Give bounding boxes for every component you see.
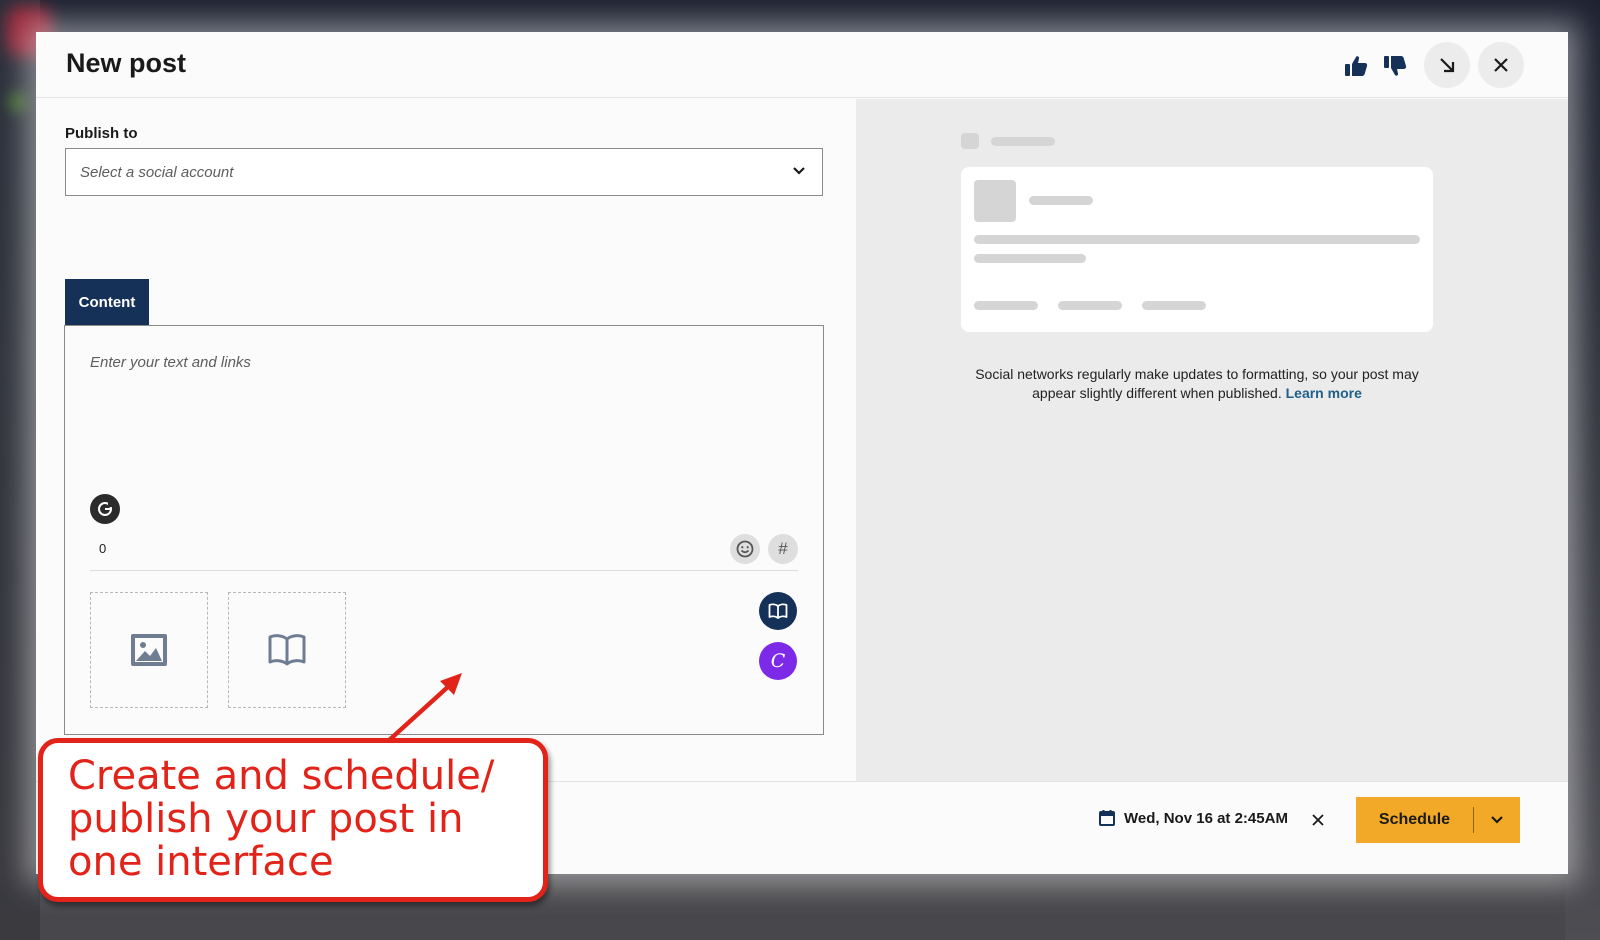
annotation-callout: Create and schedule/ publish your post i…	[38, 738, 548, 902]
preview-column: Social networks regularly make updates t…	[856, 99, 1568, 781]
preview-skeleton-action	[1058, 301, 1122, 310]
preview-skeleton-action	[1142, 301, 1206, 310]
background-right-strip	[1565, 0, 1600, 940]
learn-more-link[interactable]: Learn more	[1286, 385, 1362, 401]
schedule-date: Wed, Nov 16 at 2:45AM	[1124, 809, 1288, 827]
close-icon	[1312, 814, 1324, 826]
background-dot	[8, 92, 28, 112]
close-button[interactable]	[1478, 42, 1524, 88]
publish-to-label: Publish to	[65, 125, 138, 142]
add-from-library-button[interactable]	[228, 592, 346, 708]
annotation-callout-text: Create and schedule/ publish your post i…	[68, 753, 495, 885]
minimize-icon	[1440, 58, 1455, 73]
character-count: 0	[99, 541, 107, 556]
thumbs-up-icon[interactable]	[1344, 54, 1368, 78]
tab-content[interactable]: Content	[65, 279, 149, 325]
social-account-placeholder: Select a social account	[80, 164, 234, 181]
calendar-icon	[1099, 810, 1115, 826]
close-icon	[1494, 58, 1508, 72]
schedule-options-toggle[interactable]	[1474, 815, 1520, 825]
preview-skeleton-line	[974, 254, 1086, 263]
preview-formatting-note: Social networks regularly make updates t…	[966, 365, 1428, 403]
editor-divider	[90, 570, 798, 571]
post-preview-card	[961, 167, 1433, 332]
hashtag-button[interactable]: #	[768, 534, 798, 564]
add-image-button[interactable]	[90, 592, 208, 708]
minimize-button[interactable]	[1424, 42, 1470, 88]
hashtag-icon: #	[778, 539, 788, 558]
preview-skeleton-icon	[961, 133, 979, 149]
schedule-label: Schedule	[1378, 811, 1451, 828]
schedule-date-picker[interactable]: Wed, Nov 16 at 2:45AM	[1098, 809, 1288, 827]
image-icon	[131, 634, 167, 666]
thumbs-down-icon[interactable]	[1383, 54, 1407, 78]
modal-header: New post	[36, 32, 1568, 98]
social-account-select[interactable]: Select a social account	[65, 148, 823, 196]
preview-skeleton-action	[974, 301, 1038, 310]
canva-icon: C	[770, 650, 786, 672]
book-icon	[268, 634, 306, 666]
emoji-button[interactable]	[730, 534, 760, 564]
clear-date-button[interactable]	[1311, 813, 1325, 832]
preview-skeleton-label	[991, 137, 1055, 146]
schedule-button[interactable]: Schedule	[1356, 797, 1520, 843]
preview-skeleton-name	[1029, 196, 1093, 205]
chevron-down-icon	[793, 167, 805, 175]
canva-button[interactable]: C	[759, 642, 797, 680]
modal-title: New post	[66, 48, 187, 78]
preview-skeleton-avatar	[974, 180, 1016, 222]
preview-skeleton-line	[974, 235, 1420, 244]
book-icon	[768, 603, 788, 619]
background-left-strip	[0, 0, 40, 940]
emoji-icon	[736, 540, 754, 558]
chevron-down-icon	[1491, 816, 1503, 824]
content-library-button[interactable]	[759, 592, 797, 630]
post-text-placeholder: Enter your text and links	[90, 354, 251, 371]
grammarly-icon[interactable]	[90, 494, 120, 524]
